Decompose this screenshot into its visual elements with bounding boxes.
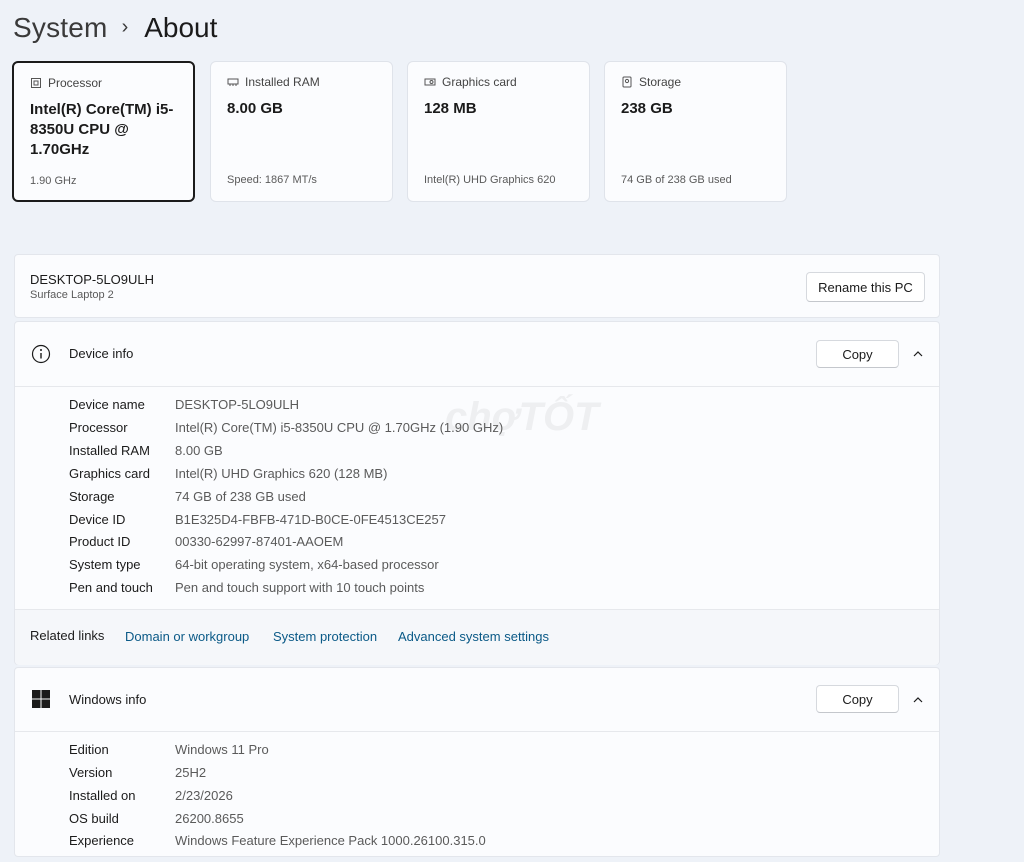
windows-info-body: Edition Windows 11 Pro Version 25H2 Instal…: [15, 731, 939, 862]
device-info-title: Device info: [69, 346, 134, 361]
rename-pc-button[interactable]: Rename this PC: [806, 272, 925, 302]
windows-logo-icon: [32, 690, 50, 708]
graphics-card-icon: [424, 78, 436, 86]
spec-label: Processor: [48, 76, 103, 90]
spec-card-storage[interactable]: Storage 238 GB 74 GB of 238 GB used: [604, 61, 787, 202]
pc-name: DESKTOP-5LO9ULH: [30, 272, 155, 287]
chevron-up-icon[interactable]: [911, 693, 925, 707]
spec-value: 128 MB: [424, 100, 477, 117]
link-advanced-system-settings[interactable]: Advanced system settings: [398, 629, 549, 644]
spec-card-ram[interactable]: Installed RAM 8.00 GB Speed: 1867 MT/s: [210, 61, 393, 202]
device-info-body: Device name DESKTOP-5LO9ULH Processor Inte…: [15, 386, 939, 609]
chevron-up-icon[interactable]: [911, 347, 925, 361]
windows-info-title: Windows info: [69, 692, 147, 707]
device-info-panel: Device info Copy Device name DESKTOP-5LO9…: [14, 321, 940, 665]
windows-info-header[interactable]: Windows info Copy: [15, 668, 939, 732]
spec-card-graphics[interactable]: Graphics card 128 MB Intel(R) UHD Graphi…: [407, 61, 590, 202]
spec-card-processor[interactable]: Processor Intel(R) Core(TM) i5-8350U CPU…: [12, 61, 195, 202]
pc-model: Surface Laptop 2: [30, 289, 114, 301]
breadcrumb-system[interactable]: System: [13, 12, 108, 44]
spec-value: 238 GB: [621, 100, 673, 117]
spec-label: Installed RAM: [245, 75, 320, 89]
copy-windows-info-button[interactable]: Copy: [816, 685, 899, 713]
copy-device-info-button[interactable]: Copy: [816, 340, 899, 368]
ram-icon: [227, 78, 239, 86]
info-icon: [31, 344, 51, 364]
related-links: Related links Domain or workgroup System…: [15, 609, 939, 665]
spec-value: Intel(R) Core(TM) i5-8350U CPU @ 1.70GHz: [30, 101, 174, 158]
link-system-protection[interactable]: System protection: [273, 629, 377, 644]
breadcrumb-chevron-icon: ›: [121, 15, 129, 38]
spec-value: 8.00 GB: [227, 100, 283, 117]
related-links-label: Related links: [30, 628, 105, 643]
spec-sub: Intel(R) UHD Graphics 620: [424, 174, 556, 186]
storage-icon: [622, 76, 632, 88]
breadcrumb: System › About: [13, 8, 217, 48]
windows-info-panel: Windows info Copy Edition Windows 11 Pro …: [14, 667, 940, 857]
spec-sub: 1.90 GHz: [30, 175, 77, 187]
spec-label: Storage: [639, 75, 682, 89]
processor-icon: [31, 78, 41, 88]
device-info-header[interactable]: Device info Copy: [15, 322, 939, 386]
spec-sub: Speed: 1867 MT/s: [227, 174, 317, 186]
spec-label: Graphics card: [442, 75, 517, 89]
link-domain-or-workgroup[interactable]: Domain or workgroup: [125, 629, 249, 644]
spec-sub: 74 GB of 238 GB used: [621, 174, 732, 186]
page-title: About: [144, 12, 218, 43]
pc-name-panel: DESKTOP-5LO9ULH Surface Laptop 2 Rename …: [14, 254, 940, 318]
